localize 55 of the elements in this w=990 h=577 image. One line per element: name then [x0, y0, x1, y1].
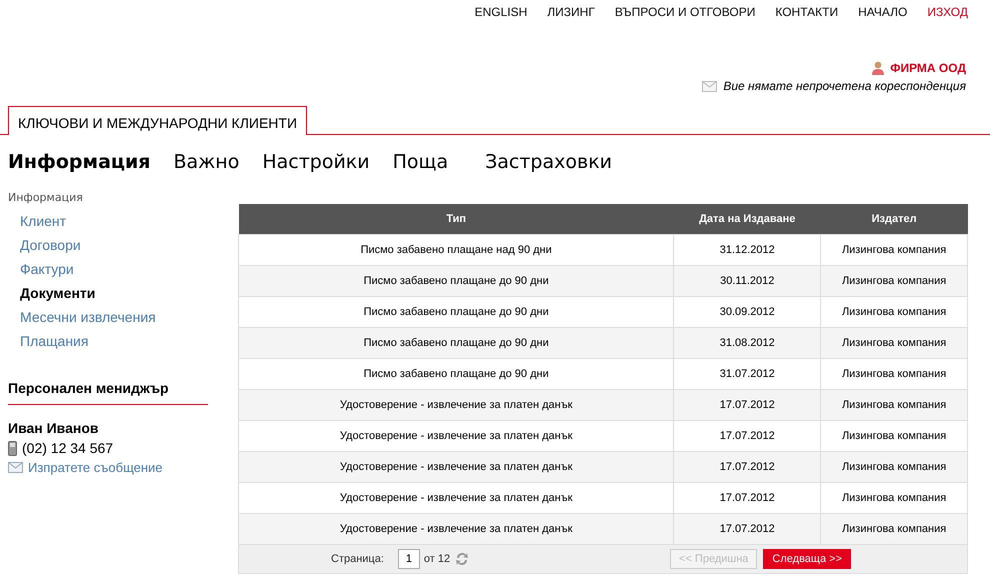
next-button[interactable]: Следваща >>: [763, 549, 851, 569]
table-cell: Лизингова компания: [820, 266, 968, 296]
refresh-icon[interactable]: [454, 551, 470, 567]
table-cell: Лизингова компания: [820, 328, 968, 358]
subnav-tab[interactable]: Важно: [173, 151, 240, 181]
table-cell: 17.07.2012: [674, 390, 821, 420]
table-cell: Писмо забавено плащане до 90 дни: [238, 266, 674, 296]
sidebar-item[interactable]: Клиент: [20, 212, 208, 230]
table-cell: Лизингова компания: [820, 390, 968, 420]
table-cell: Удостоверение - извлечение за платен данък: [238, 514, 674, 544]
envelope-icon: [8, 462, 23, 473]
envelope-icon: [702, 80, 718, 92]
page-count: от 12: [424, 553, 450, 565]
column-header[interactable]: Тип: [238, 204, 674, 234]
column-header[interactable]: Издател: [820, 204, 968, 234]
table-cell: Удостоверение - извлечение за платен данък: [238, 452, 674, 482]
sidebar-item[interactable]: Месечни извлечения: [20, 308, 208, 326]
sidebar-item[interactable]: Договори: [20, 236, 208, 254]
nav-link[interactable]: ВЪПРОСИ И ОТГОВОРИ: [614, 5, 756, 25]
page-label: Страница:: [331, 553, 384, 565]
table-cell: Писмо забавено плащане до 90 дни: [238, 328, 674, 358]
mobile-phone-icon: [8, 440, 17, 456]
nav-link[interactable]: ЛИЗИНГ: [547, 5, 595, 25]
table-cell: 31.08.2012: [674, 328, 821, 358]
table-cell: 17.07.2012: [674, 514, 821, 544]
manager-heading: Персонален мениджър: [8, 380, 208, 405]
company-name[interactable]: ФИРМА ООД: [890, 61, 966, 75]
section-tab[interactable]: КЛЮЧОВИ И МЕЖДУНАРОДНИ КЛИЕНТИ: [8, 106, 308, 135]
column-header[interactable]: Дата на Издаване: [674, 204, 821, 234]
table-cell: 17.07.2012: [674, 452, 821, 482]
subnav-tab[interactable]: Информация: [8, 151, 150, 181]
table-cell: Писмо забавено плащане над 90 дни: [238, 234, 674, 266]
table-cell: Лизингова компания: [820, 514, 968, 544]
subnav-tab[interactable]: Поща: [392, 151, 448, 181]
table-cell: Удостоверение - извлечение за платен данък: [238, 390, 674, 420]
sidebar-item[interactable]: Фактури: [20, 260, 208, 278]
nav-link[interactable]: ENGLISH: [474, 5, 528, 25]
sidebar-item[interactable]: Плащания: [20, 332, 208, 350]
user-icon: [871, 61, 886, 75]
page-input[interactable]: 1: [398, 549, 420, 569]
nav-link[interactable]: КОНТАКТИ: [775, 5, 838, 25]
table-cell: Лизингова компания: [820, 452, 968, 482]
table-cell: Лизингова компания: [820, 234, 968, 266]
sidebar-heading: Информация: [8, 191, 84, 204]
manager-name: Иван Иванов: [8, 420, 100, 436]
mail-status: Вие нямате непрочетена кореспонденция: [723, 79, 966, 93]
logout-link[interactable]: ИЗХОД: [927, 5, 968, 25]
table-cell: 30.11.2012: [674, 266, 821, 296]
nav-link[interactable]: НАЧАЛО: [858, 5, 908, 25]
table-cell: 31.12.2012: [674, 234, 821, 266]
phone-number: (02) 12 34 567: [22, 440, 114, 456]
send-message-link[interactable]: Изпратете съобщение: [28, 460, 163, 475]
subnav-tab[interactable]: Застраховки: [485, 151, 612, 181]
subnav-tab[interactable]: Настройки: [262, 151, 370, 181]
sidebar-item[interactable]: Документи: [20, 284, 208, 302]
